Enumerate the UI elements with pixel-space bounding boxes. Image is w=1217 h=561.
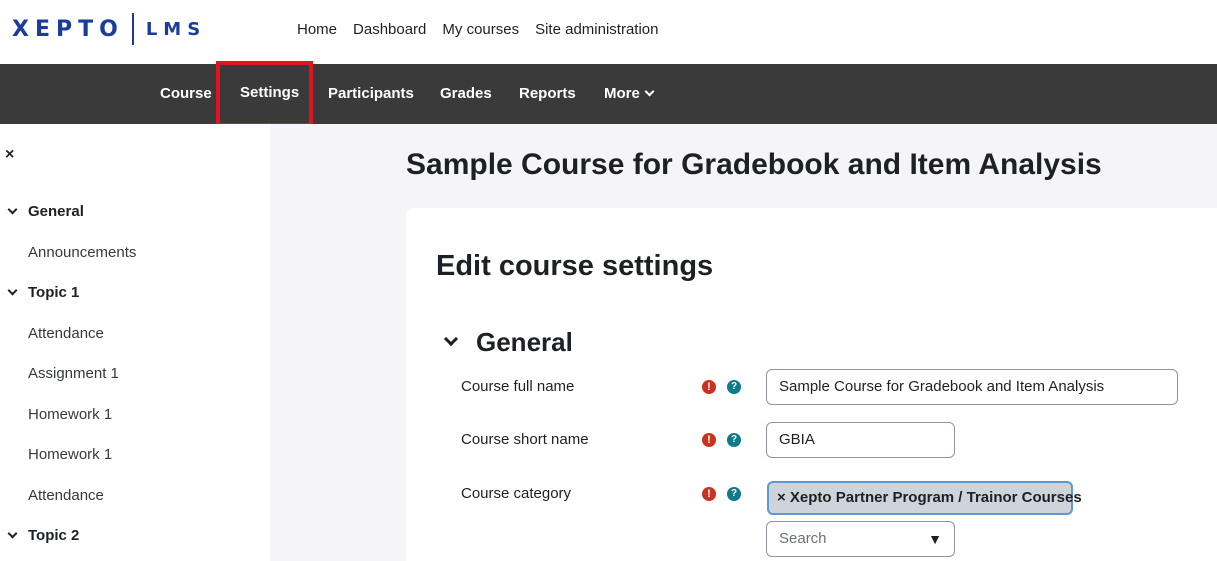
primary-navigation: Home Dashboard My courses Site administr… [297, 0, 659, 58]
drawer-item-homework-1[interactable]: Homework 1 [0, 406, 112, 423]
tab-more[interactable]: More [604, 64, 655, 124]
nav-dashboard[interactable]: Dashboard [353, 21, 426, 38]
nav-my-courses[interactable]: My courses [442, 21, 519, 38]
selected-category-tag[interactable]: × Xepto Partner Program / Trainor Course… [767, 481, 1082, 515]
drawer-item-assignment-1[interactable]: Assignment 1 [0, 365, 119, 382]
tab-participants[interactable]: Participants [328, 64, 414, 124]
drawer-item-attendance[interactable]: Attendance [0, 325, 104, 342]
course-full-name-input[interactable]: Sample Course for Gradebook and Item Ana… [766, 369, 1178, 405]
logo-brand: XEPTO [12, 16, 124, 42]
label-course-full-name: Course full name [461, 378, 575, 395]
course-short-name-input[interactable]: GBIA [766, 422, 955, 458]
dropdown-caret-icon: ▼ [928, 531, 942, 547]
tab-grades[interactable]: Grades [440, 64, 492, 124]
chevron-down-icon [7, 528, 18, 539]
drawer-item-announcements[interactable]: Announcements [0, 244, 136, 261]
course-index-drawer: × General Announcements Topic 1 Attendan… [0, 124, 270, 561]
help-icon[interactable]: ? [727, 433, 741, 447]
required-icon: ! [702, 433, 716, 447]
nav-home[interactable]: Home [297, 21, 337, 38]
required-icon: ! [702, 487, 716, 501]
tab-course[interactable]: Course [160, 64, 212, 124]
chevron-down-icon [644, 86, 655, 97]
drawer-section-label: Topic 1 [28, 284, 80, 301]
chevron-down-icon [7, 204, 18, 215]
label-course-short-name: Course short name [461, 431, 589, 448]
drawer-section-label: Topic 2 [28, 527, 80, 544]
drawer-section-label: General [28, 203, 84, 220]
drawer-item-attendance-b[interactable]: Attendance [0, 487, 104, 504]
section-title-general[interactable]: General [476, 327, 573, 358]
logo-suffix: LMS [145, 18, 207, 40]
card-title: Edit course settings [436, 250, 714, 282]
label-course-category: Course category [461, 485, 572, 502]
tab-more-label: More [604, 85, 640, 102]
tab-reports[interactable]: Reports [519, 64, 576, 124]
settings-highlight-box [216, 61, 313, 127]
category-search-select[interactable]: Search ▼ [766, 521, 955, 557]
help-icon[interactable]: ? [727, 487, 741, 501]
site-logo[interactable]: XEPTO LMS [12, 12, 206, 46]
logo-separator [131, 13, 134, 45]
secondary-navigation: Course Settings Participants Grades Repo… [0, 64, 1217, 124]
nav-site-administration[interactable]: Site administration [535, 21, 658, 38]
category-search-placeholder: Search [779, 530, 827, 547]
page-title: Sample Course for Gradebook and Item Ana… [406, 148, 1102, 181]
required-icon: ! [702, 380, 716, 394]
help-icon[interactable]: ? [727, 380, 741, 394]
chevron-down-icon [7, 285, 18, 296]
close-icon[interactable]: × [5, 146, 14, 164]
drawer-item-homework-1-b[interactable]: Homework 1 [0, 446, 112, 463]
top-navbar: XEPTO LMS Home Dashboard My courses Site… [0, 0, 1217, 64]
